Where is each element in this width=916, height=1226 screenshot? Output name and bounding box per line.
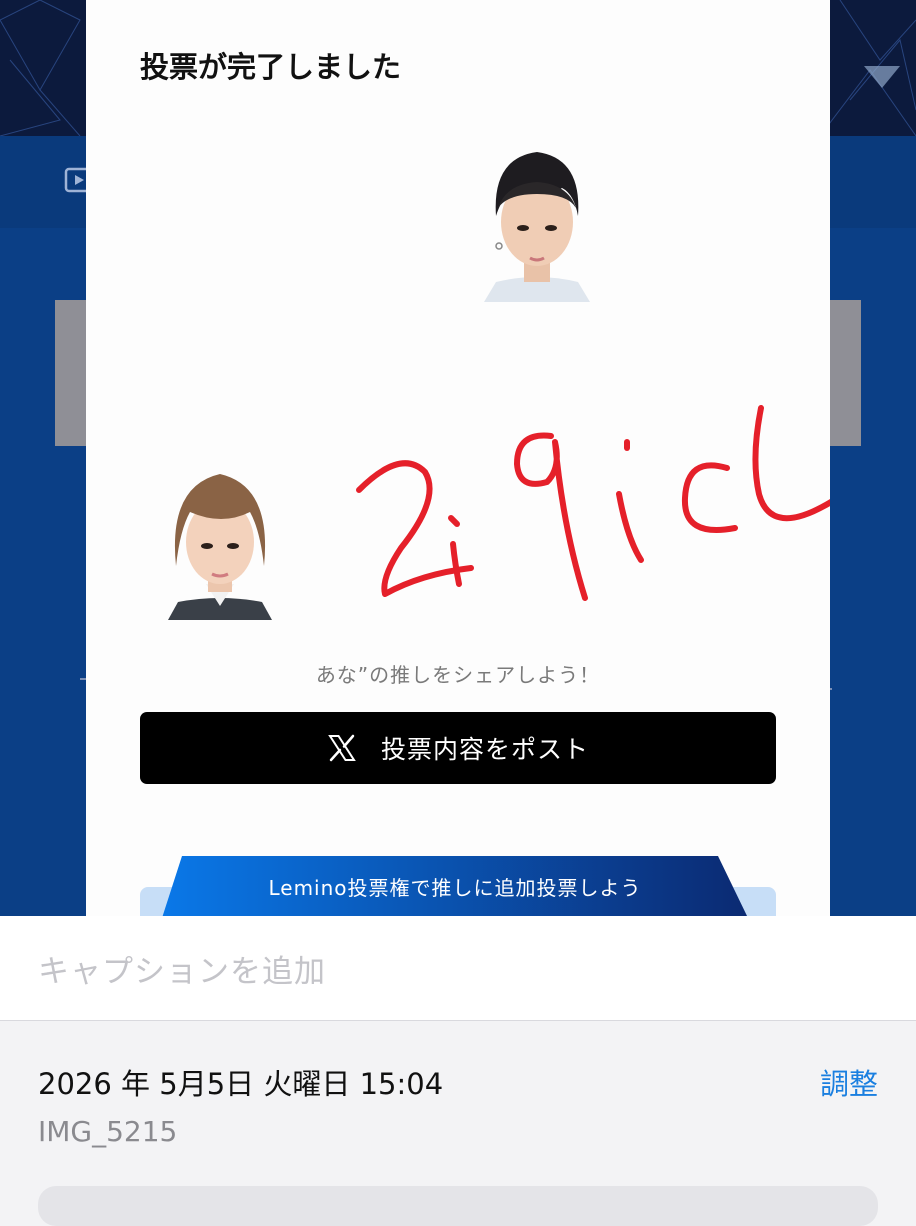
background-card-edge-left [55, 300, 87, 446]
lemino-additional-vote-banner[interactable]: Lemino投票権で推しに追加投票しよう [162, 856, 748, 916]
modal-title: 投票が完了しました [140, 50, 402, 84]
caption-field[interactable]: キャプションを追加 [0, 916, 916, 1021]
bottom-panel-edge [38, 1186, 878, 1226]
member-photo-1 [476, 144, 598, 302]
x-logo-icon [328, 734, 356, 762]
lemino-banner-label: Lemino投票権で推しに追加投票しよう [268, 876, 642, 900]
post-button-label: 投票内容をポスト [380, 735, 589, 764]
photo-datetime: 2026 年 5月5日 火曜日 15:04 [38, 1067, 444, 1101]
photo-filename: IMG_5215 [38, 1115, 178, 1148]
photo-info-panel: 2026 年 5月5日 火曜日 15:04 調整 IMG_5215 [0, 1021, 916, 1226]
background-card-edge-right [829, 300, 861, 446]
post-vote-button[interactable]: 投票内容をポスト [140, 712, 776, 784]
handwritten-scribble [356, 405, 830, 601]
adjust-button[interactable]: 調整 [820, 1061, 878, 1103]
member-photo-2 [162, 466, 278, 620]
vote-complete-modal: 投票が完了しました あな”の推しをシェアしよう！ 投票内容をポスト Lemino… [86, 0, 830, 916]
share-prompt: あな”の推しをシェアしよう！ [315, 663, 601, 687]
caption-placeholder: キャプションを追加 [38, 954, 326, 990]
